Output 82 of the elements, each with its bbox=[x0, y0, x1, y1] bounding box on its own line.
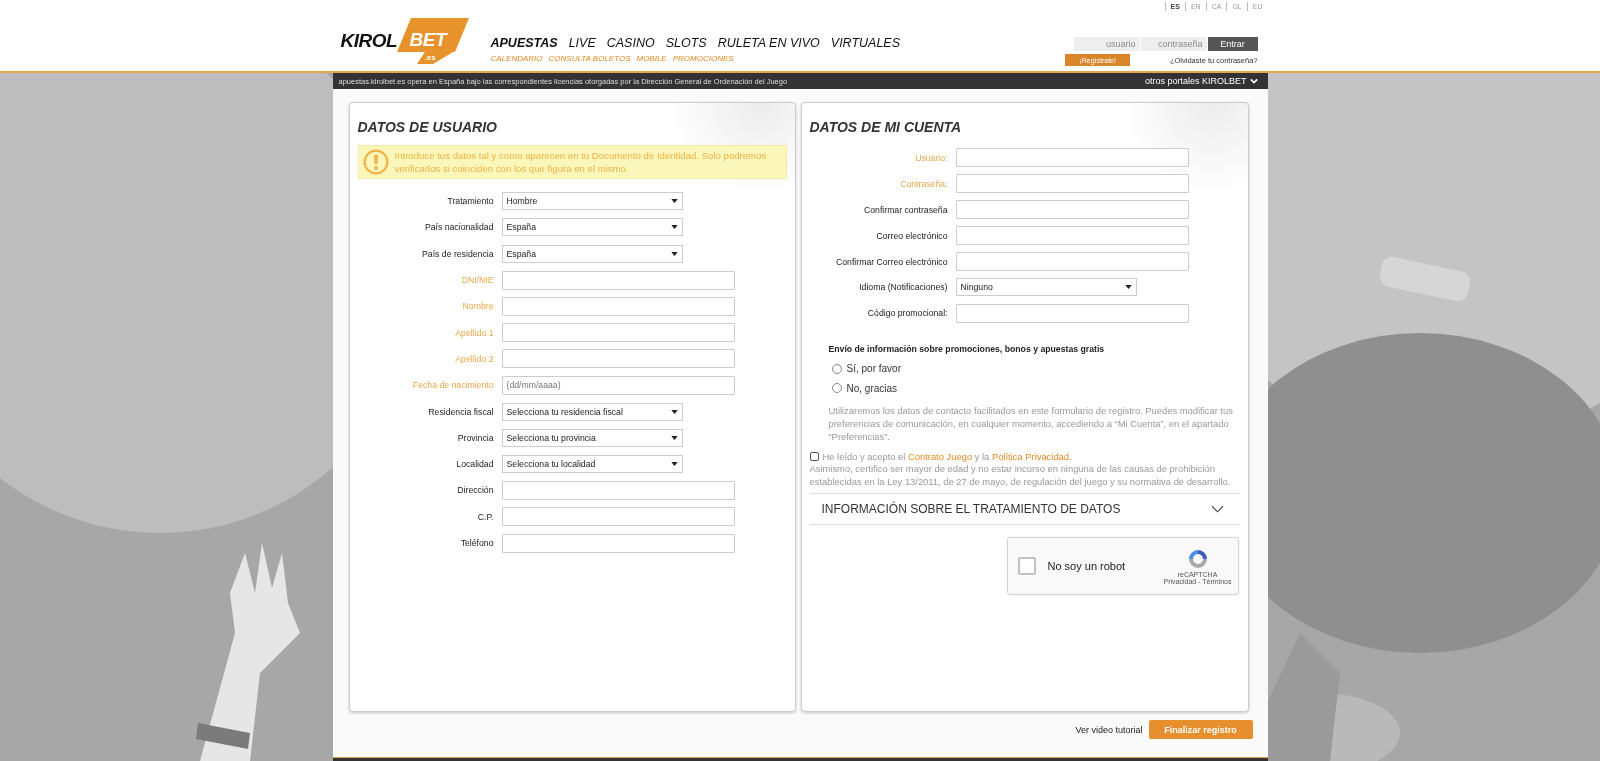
panel-title: DATOS DE MI CUENTA bbox=[809, 119, 963, 135]
field-label: Tratamiento bbox=[446, 196, 494, 207]
radio-button[interactable] bbox=[831, 383, 842, 394]
field-label: Contraseña: bbox=[899, 178, 948, 189]
login-button[interactable]: Entrar bbox=[1207, 37, 1258, 51]
portals-menu[interactable]: otros portales KIROLBET bbox=[1144, 76, 1258, 86]
field-label: Correo electrónico bbox=[875, 230, 948, 241]
field-label: País nacionalidad bbox=[423, 222, 494, 233]
declaration-text: Asimismo, certifico ser mayor de edad y no estar incurso en ninguna de las causas de prohibición establecidas en la Ley 13/2011, de 27 de mayo, de regulación del juego y su normativa de desarrollo. bbox=[809, 462, 1232, 489]
field-label: Residencia fiscal bbox=[427, 406, 494, 417]
username-field[interactable]: usuario bbox=[1073, 37, 1140, 51]
field-label: Localidad bbox=[455, 459, 494, 470]
field-label: Confirmar Correo electrónico bbox=[834, 256, 948, 267]
chevron-down-icon bbox=[1210, 505, 1224, 514]
input-field[interactable] bbox=[955, 252, 1189, 271]
captcha-checkbox[interactable] bbox=[1017, 557, 1036, 576]
nav-tab[interactable]: RULETA EN VIVO bbox=[717, 36, 820, 51]
field-label: Código promocional: bbox=[866, 308, 948, 319]
password-field[interactable]: contraseña bbox=[1140, 37, 1207, 51]
select-field[interactable]: España bbox=[501, 244, 683, 263]
logo-text: BET bbox=[409, 29, 446, 51]
field-label: Dirección bbox=[456, 485, 494, 496]
input-field[interactable] bbox=[501, 480, 735, 500]
input-field[interactable] bbox=[955, 226, 1189, 246]
field-label: Idioma (Notificaciones) bbox=[858, 282, 948, 293]
field-label: Provincia bbox=[456, 432, 494, 443]
nav-tab[interactable]: VIRTUALES bbox=[830, 36, 901, 51]
field-label: Confirmar contraseña bbox=[862, 204, 948, 215]
caret-icon bbox=[670, 251, 678, 256]
input-field[interactable] bbox=[501, 323, 735, 343]
chevron-down-icon bbox=[1249, 78, 1258, 84]
field-label: País de residencia bbox=[421, 248, 494, 259]
field-label: Nombre bbox=[461, 301, 494, 312]
privacy-note: Utilizaremos los datos de contacto facilitados en este formulario de registro. Puedes modificar tus preferencias de comunicación, en cualquier momento, accediendo a “Mi Cuenta”, en el apartado “Preferencias”. bbox=[828, 404, 1234, 444]
select-field[interactable]: Hombre bbox=[501, 192, 683, 211]
captcha-label: No soy un robot bbox=[1047, 560, 1126, 573]
field-label: Apellido 2 bbox=[454, 353, 494, 364]
checkbox[interactable] bbox=[809, 452, 819, 462]
caret-icon bbox=[1124, 285, 1132, 290]
warning-icon bbox=[362, 149, 389, 175]
input-field[interactable] bbox=[501, 270, 735, 290]
nav-tab[interactable]: APUESTAS bbox=[490, 36, 558, 51]
nav-tab[interactable]: SLOTS bbox=[665, 36, 707, 51]
select-field[interactable]: Selecciona tu residencia fiscal bbox=[501, 402, 683, 421]
input-field[interactable] bbox=[501, 296, 735, 316]
input-field[interactable] bbox=[955, 174, 1189, 194]
select-field[interactable]: Ninguno bbox=[955, 278, 1137, 297]
radio-option[interactable]: Sí, por favor bbox=[828, 359, 1240, 379]
input-field[interactable] bbox=[501, 349, 735, 369]
input-field[interactable] bbox=[955, 148, 1189, 168]
nav-tab[interactable]: CASINO bbox=[606, 36, 655, 51]
field-label: Fecha de nacimiento bbox=[411, 380, 494, 391]
logo-suffix: .es bbox=[424, 53, 436, 62]
logo-text: KIROL bbox=[340, 30, 398, 52]
tutorial-link[interactable]: Ver video tutorial bbox=[1075, 724, 1143, 735]
select-field[interactable]: España bbox=[501, 218, 683, 237]
accordion-header[interactable]: INFORMACIÓN SOBRE EL TRATAMIENTO DE DATOS bbox=[809, 493, 1240, 526]
input-field[interactable] bbox=[501, 533, 735, 553]
radio-option[interactable]: No, gracias bbox=[828, 378, 1240, 399]
consent-text: He leído y acepto el Contrato Juego y la Política Privacidad. bbox=[822, 451, 1072, 463]
logo-bolt-icon bbox=[396, 18, 469, 64]
caret-icon bbox=[670, 199, 678, 204]
radio-button[interactable] bbox=[831, 364, 842, 374]
select-field[interactable]: Selecciona tu provincia bbox=[501, 428, 683, 447]
input-field[interactable] bbox=[955, 303, 1189, 323]
caret-icon bbox=[670, 435, 678, 440]
input-field[interactable]: (dd/mm/aaaa) bbox=[501, 375, 735, 395]
input-field[interactable] bbox=[955, 200, 1189, 220]
select-field[interactable]: Selecciona tu localidad bbox=[501, 455, 683, 474]
panel-title: DATOS DE USUARIO bbox=[357, 119, 498, 135]
input-field[interactable] bbox=[501, 507, 735, 527]
field-label: Teléfono bbox=[459, 538, 494, 548]
promo-question: Envío de información sobre promociones, bonos y apuestas gratis bbox=[828, 344, 1106, 355]
caret-icon bbox=[670, 409, 678, 414]
field-label: Usuario: bbox=[914, 152, 948, 163]
caret-icon bbox=[670, 225, 678, 230]
field-label: Apellido 1 bbox=[454, 327, 494, 338]
caret-icon bbox=[670, 462, 678, 467]
notice-text: Introduce tus datos tal y como aparecen en tu Documento de Identidad. Solo podremos verificarlos si coinciden con los que figura en el mismo. bbox=[394, 149, 768, 175]
field-label: C.P. bbox=[476, 511, 494, 522]
nav-tab[interactable]: LIVE bbox=[568, 36, 596, 51]
field-label: DNI/NIE bbox=[460, 275, 494, 286]
